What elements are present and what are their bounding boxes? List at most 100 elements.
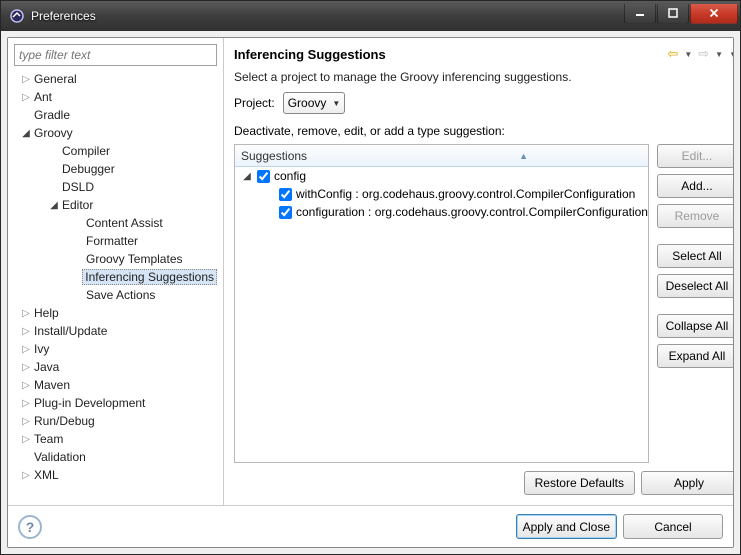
expand-all-button[interactable]: Expand All (657, 344, 733, 368)
table-area: Suggestions ▲ ◢config withConfig : org.co… (234, 144, 733, 463)
suggestion-checkbox[interactable] (279, 206, 292, 219)
suggestions-table[interactable]: Suggestions ▲ ◢config withConfig : org.co… (234, 144, 649, 463)
tree-item-label: Ivy (32, 342, 51, 356)
tree-item-label: Inferencing Suggestions (82, 269, 217, 285)
tree-item[interactable]: ▷Ivy (14, 340, 217, 358)
project-row: Project: Groovy ▼ (234, 92, 733, 114)
sort-indicator-icon: ▲ (519, 151, 528, 161)
tree-item[interactable]: Formatter (14, 232, 217, 250)
main-split: ▷General▷AntGradle◢GroovyCompilerDebugge… (8, 38, 733, 505)
tree-item[interactable]: ▷Team (14, 430, 217, 448)
tree-collapse-icon[interactable]: ◢ (20, 128, 32, 139)
tree-expand-icon[interactable]: ▷ (20, 74, 32, 85)
deactivate-label: Deactivate, remove, edit, or add a type … (234, 124, 733, 138)
project-value: Groovy (288, 96, 327, 110)
tree-expand-icon[interactable]: ▷ (20, 326, 32, 337)
tree-item-label: Plug-in Development (32, 396, 147, 410)
suggestions-header[interactable]: Suggestions ▲ (235, 145, 648, 167)
suggestion-label: withConfig : org.codehaus.groovy.control… (296, 187, 635, 201)
tree-expand-icon[interactable]: ▷ (20, 344, 32, 355)
tree-item[interactable]: DSLD (14, 178, 217, 196)
apply-button[interactable]: Apply (641, 471, 733, 495)
maximize-button[interactable] (657, 4, 689, 24)
add-button[interactable]: Add... (657, 174, 733, 198)
tree-item[interactable]: ▷Maven (14, 376, 217, 394)
deselect-all-button[interactable]: Deselect All (657, 274, 733, 298)
back-icon[interactable]: ⇦ (667, 46, 678, 62)
cancel-button[interactable]: Cancel (623, 514, 723, 539)
right-pane: Inferencing Suggestions ⇦ ▼ ⇨ ▼ ▼ Select… (224, 38, 733, 505)
tree-item-label: Install/Update (32, 324, 109, 338)
tree-item[interactable]: ▷General (14, 70, 217, 88)
tree-expand-icon[interactable]: ▷ (20, 470, 32, 481)
suggestion-item-row[interactable]: configuration : org.codehaus.groovy.cont… (235, 203, 648, 221)
tree-item-label: Compiler (60, 144, 112, 158)
tree-item[interactable]: Save Actions (14, 286, 217, 304)
page-header: Inferencing Suggestions ⇦ ▼ ⇨ ▼ ▼ (234, 46, 733, 62)
tree-expand-icon[interactable]: ▷ (20, 308, 32, 319)
tree-item[interactable]: Debugger (14, 160, 217, 178)
tree-item[interactable]: Groovy Templates (14, 250, 217, 268)
footer: ? Apply and Close Cancel (8, 505, 733, 547)
preferences-window: Preferences ▷General▷AntGradle◢GroovyCom… (0, 0, 741, 555)
tree-expand-icon[interactable]: ▷ (20, 380, 32, 391)
tree-collapse-icon[interactable]: ◢ (241, 171, 253, 182)
tree-item[interactable]: ▷Install/Update (14, 322, 217, 340)
tree-item-label: Groovy (32, 126, 75, 140)
collapse-all-button[interactable]: Collapse All (657, 314, 733, 338)
chevron-down-icon: ▼ (332, 99, 340, 108)
window-title: Preferences (31, 9, 623, 23)
forward-menu-icon[interactable]: ▼ (715, 50, 723, 59)
tree-item-label: Content Assist (84, 216, 165, 230)
view-menu-icon[interactable]: ▼ (729, 50, 733, 59)
suggestion-checkbox[interactable] (257, 170, 270, 183)
tree-item[interactable]: ▷Plug-in Development (14, 394, 217, 412)
restore-defaults-button[interactable]: Restore Defaults (524, 471, 635, 495)
filter-input[interactable] (14, 44, 217, 66)
project-combo[interactable]: Groovy ▼ (283, 92, 346, 114)
tree-expand-icon[interactable]: ▷ (20, 416, 32, 427)
close-button[interactable] (690, 4, 738, 24)
preferences-tree[interactable]: ▷General▷AntGradle◢GroovyCompilerDebugge… (14, 70, 217, 499)
nav-arrows: ⇦ ▼ ⇨ ▼ ▼ (667, 46, 733, 62)
suggestion-label: configuration : org.codehaus.groovy.cont… (296, 205, 648, 219)
tree-item[interactable]: Inferencing Suggestions (14, 268, 217, 286)
apply-and-close-button[interactable]: Apply and Close (516, 514, 617, 539)
page-description: Select a project to manage the Groovy in… (234, 70, 733, 84)
edit-button[interactable]: Edit... (657, 144, 733, 168)
remove-button[interactable]: Remove (657, 204, 733, 228)
tree-item[interactable]: ▷Run/Debug (14, 412, 217, 430)
tree-item[interactable]: Compiler (14, 142, 217, 160)
tree-item[interactable]: ▷XML (14, 466, 217, 484)
titlebar[interactable]: Preferences (1, 1, 740, 31)
tree-item-label: Formatter (84, 234, 140, 248)
tree-item-label: XML (32, 468, 61, 482)
tree-expand-icon[interactable]: ▷ (20, 362, 32, 373)
select-all-button[interactable]: Select All (657, 244, 733, 268)
tree-expand-icon[interactable]: ▷ (20, 92, 32, 103)
suggestion-checkbox[interactable] (279, 188, 292, 201)
tree-item[interactable]: Gradle (14, 106, 217, 124)
suggestion-group-row[interactable]: ◢config (235, 167, 648, 185)
tree-item[interactable]: Content Assist (14, 214, 217, 232)
window-controls (623, 4, 738, 24)
tree-item-label: Java (32, 360, 61, 374)
tree-expand-icon[interactable]: ▷ (20, 434, 32, 445)
tree-item[interactable]: Validation (14, 448, 217, 466)
minimize-button[interactable] (624, 4, 656, 24)
tree-item[interactable]: ▷Java (14, 358, 217, 376)
forward-icon[interactable]: ⇨ (698, 46, 709, 62)
project-label: Project: (234, 96, 275, 110)
tree-item-label: Team (32, 432, 65, 446)
lower-buttons: Restore Defaults Apply (234, 463, 733, 499)
suggestion-item-row[interactable]: withConfig : org.codehaus.groovy.control… (235, 185, 648, 203)
suggestions-body[interactable]: ◢config withConfig : org.codehaus.groovy.… (235, 167, 648, 462)
tree-expand-icon[interactable]: ▷ (20, 398, 32, 409)
help-icon[interactable]: ? (18, 515, 42, 539)
back-menu-icon[interactable]: ▼ (684, 50, 692, 59)
tree-collapse-icon[interactable]: ◢ (48, 200, 60, 211)
tree-item[interactable]: ▷Ant (14, 88, 217, 106)
tree-item[interactable]: ▷Help (14, 304, 217, 322)
tree-item[interactable]: ◢Editor (14, 196, 217, 214)
tree-item[interactable]: ◢Groovy (14, 124, 217, 142)
